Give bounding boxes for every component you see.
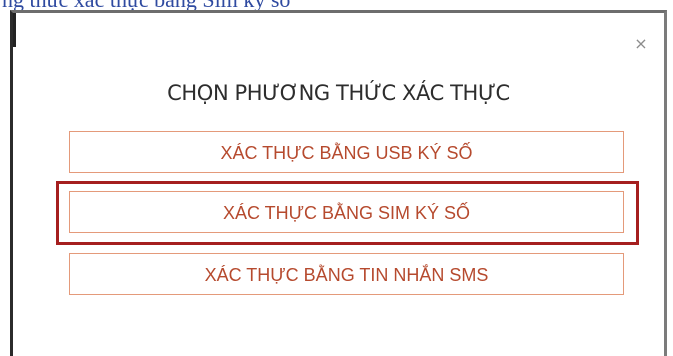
caption-strip: ng thức xác thực bằng Sim ký số [0, 0, 673, 10]
usb-auth-button[interactable]: XÁC THỰC BẰNG USB KÝ SỐ [69, 131, 624, 173]
dialog-title: CHỌN PHƯƠNG THỨC XÁC THỰC [167, 81, 510, 105]
screenshot-stage: ng thức xác thực bằng Sim ký số × CHỌN P… [0, 0, 673, 356]
sim-auth-button[interactable]: XÁC THỰC BẰNG SIM KÝ SỐ [69, 191, 624, 233]
auth-method-dialog: × CHỌN PHƯƠNG THỨC XÁC THỰC XÁC THỰC BẰN… [10, 10, 667, 356]
close-icon[interactable]: × [632, 35, 650, 53]
sms-auth-button[interactable]: XÁC THỰC BẰNG TIN NHẮN SMS [69, 253, 624, 295]
window-edge-marker [13, 13, 16, 47]
caption-text: ng thức xác thực bằng Sim ký số [2, 0, 290, 10]
